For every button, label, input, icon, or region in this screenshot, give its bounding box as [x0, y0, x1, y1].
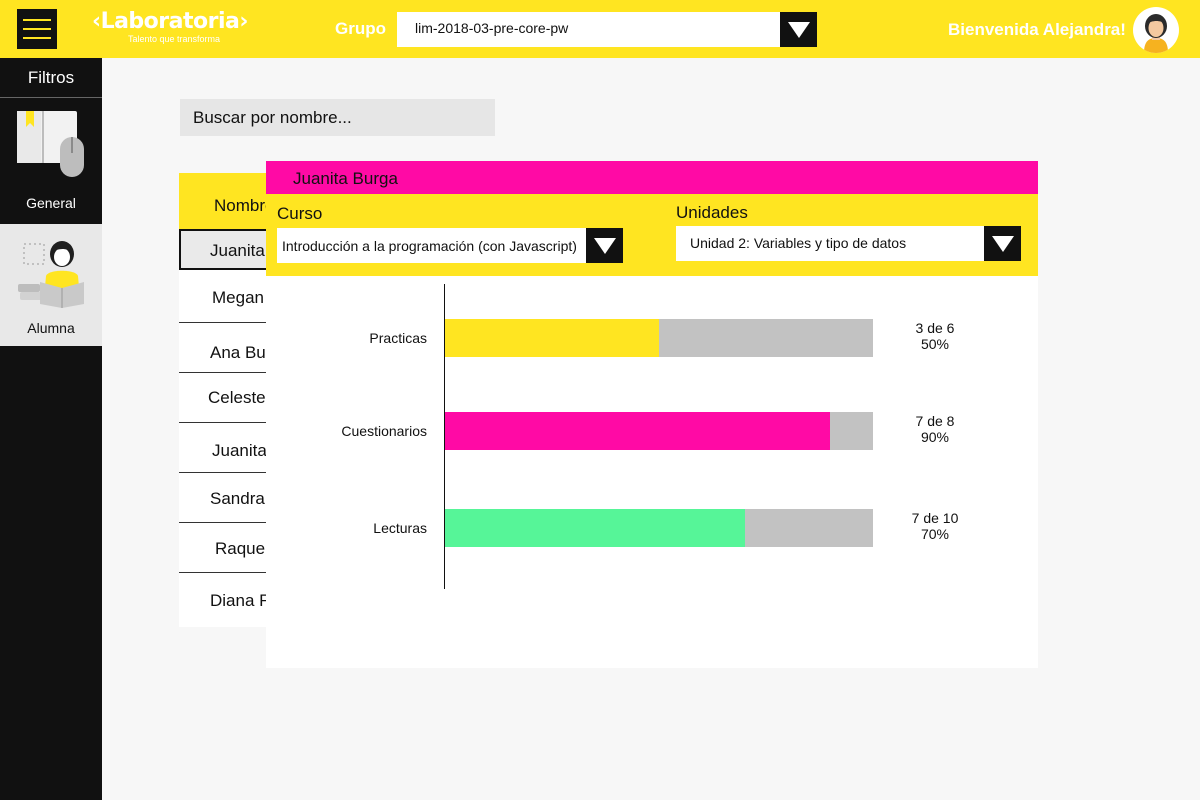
progress-chart: Practicas 3 de 6 50% Cuestionarios 7 de 8 90%… [266, 276, 1038, 668]
search-input[interactable] [180, 99, 495, 136]
bar-fill [445, 509, 745, 547]
bar-percent: 70% [920, 526, 950, 542]
sidebar-item-alumna[interactable]: Alumna [0, 224, 102, 346]
book-icon [17, 111, 84, 177]
bar-label: Lecturas [373, 520, 427, 536]
bar-count: 3 de 6 [915, 320, 955, 336]
student-name: Sandra [210, 489, 265, 508]
student-name-title: Juanita Burga [293, 169, 398, 188]
bar-fill [445, 412, 830, 450]
bar-label: Practicas [369, 330, 427, 346]
curso-label: Curso [277, 204, 323, 223]
chevron-down-icon[interactable] [780, 12, 817, 47]
sidebar-item-label: General [26, 195, 76, 211]
bar-percent: 50% [920, 336, 950, 352]
menu-line [23, 28, 51, 30]
bar-value-label: 7 de 8 90% [906, 413, 964, 445]
sidebar-title: Filtros [0, 58, 102, 98]
sidebar-item-label: Alumna [27, 320, 75, 336]
panel-filters: Curso Introducción a la programación (co… [266, 194, 1038, 276]
unidades-dropdown[interactable]: Unidad 2: Variables y tipo de datos [676, 226, 1021, 261]
bar-percent: 90% [920, 429, 950, 445]
bar-track [445, 319, 873, 357]
chevron-down-icon[interactable] [984, 226, 1021, 261]
user-avatar[interactable] [1133, 7, 1179, 53]
bar-count: 7 de 10 [911, 510, 959, 526]
unidades-label: Unidades [676, 203, 748, 222]
chevron-down-icon[interactable] [586, 228, 623, 263]
student-name: Celeste [208, 388, 266, 407]
grupo-label: Grupo [335, 19, 386, 38]
hamburger-menu-button[interactable] [17, 9, 57, 49]
logo-tagline: Talento que transforma [128, 34, 221, 44]
menu-line [23, 19, 51, 21]
student-name: Juanita [210, 241, 265, 260]
student-name: Ana Bu [210, 343, 266, 362]
bar-value-label: 7 de 10 70% [906, 510, 964, 542]
bar-track [445, 509, 873, 547]
welcome-text: Bienvenida Alejandra! [948, 20, 1126, 39]
laboratoria-logo[interactable]: ‹Laboratoria› Talento que transforma [92, 9, 267, 51]
student-detail-panel: Juanita Burga Curso Introducción a la pr… [266, 161, 1038, 668]
bar-label: Cuestionarios [341, 423, 427, 439]
bar-fill [445, 319, 659, 357]
bar-count: 7 de 8 [915, 413, 955, 429]
unidades-selected-value: Unidad 2: Variables y tipo de datos [690, 235, 907, 251]
logo-brand: ‹Laboratoria› [92, 9, 248, 34]
top-bar: ‹Laboratoria› Talento que transforma Gru… [0, 0, 1200, 58]
menu-line [23, 37, 51, 39]
student-name: Megan [212, 288, 264, 307]
student-name: Diana F [210, 591, 270, 610]
grupo-dropdown[interactable]: lim-2018-03-pre-core-pw [397, 12, 817, 47]
bar-track [445, 412, 873, 450]
panel-title-bar: Juanita Burga [266, 161, 1038, 194]
curso-selected-value: Introducción a la programación (con Java… [282, 238, 577, 254]
bar-value-label: 3 de 6 50% [906, 320, 964, 352]
student-icon [18, 241, 84, 308]
avatar-icon [1144, 14, 1168, 53]
student-name: Raque [215, 539, 266, 558]
curso-dropdown[interactable]: Introducción a la programación (con Java… [277, 228, 623, 263]
sidebar: Filtros General Alumna [0, 58, 102, 800]
grupo-selected-value: lim-2018-03-pre-core-pw [415, 20, 569, 36]
sidebar-item-general[interactable]: General [0, 99, 102, 221]
student-name: Juanita [212, 441, 267, 460]
